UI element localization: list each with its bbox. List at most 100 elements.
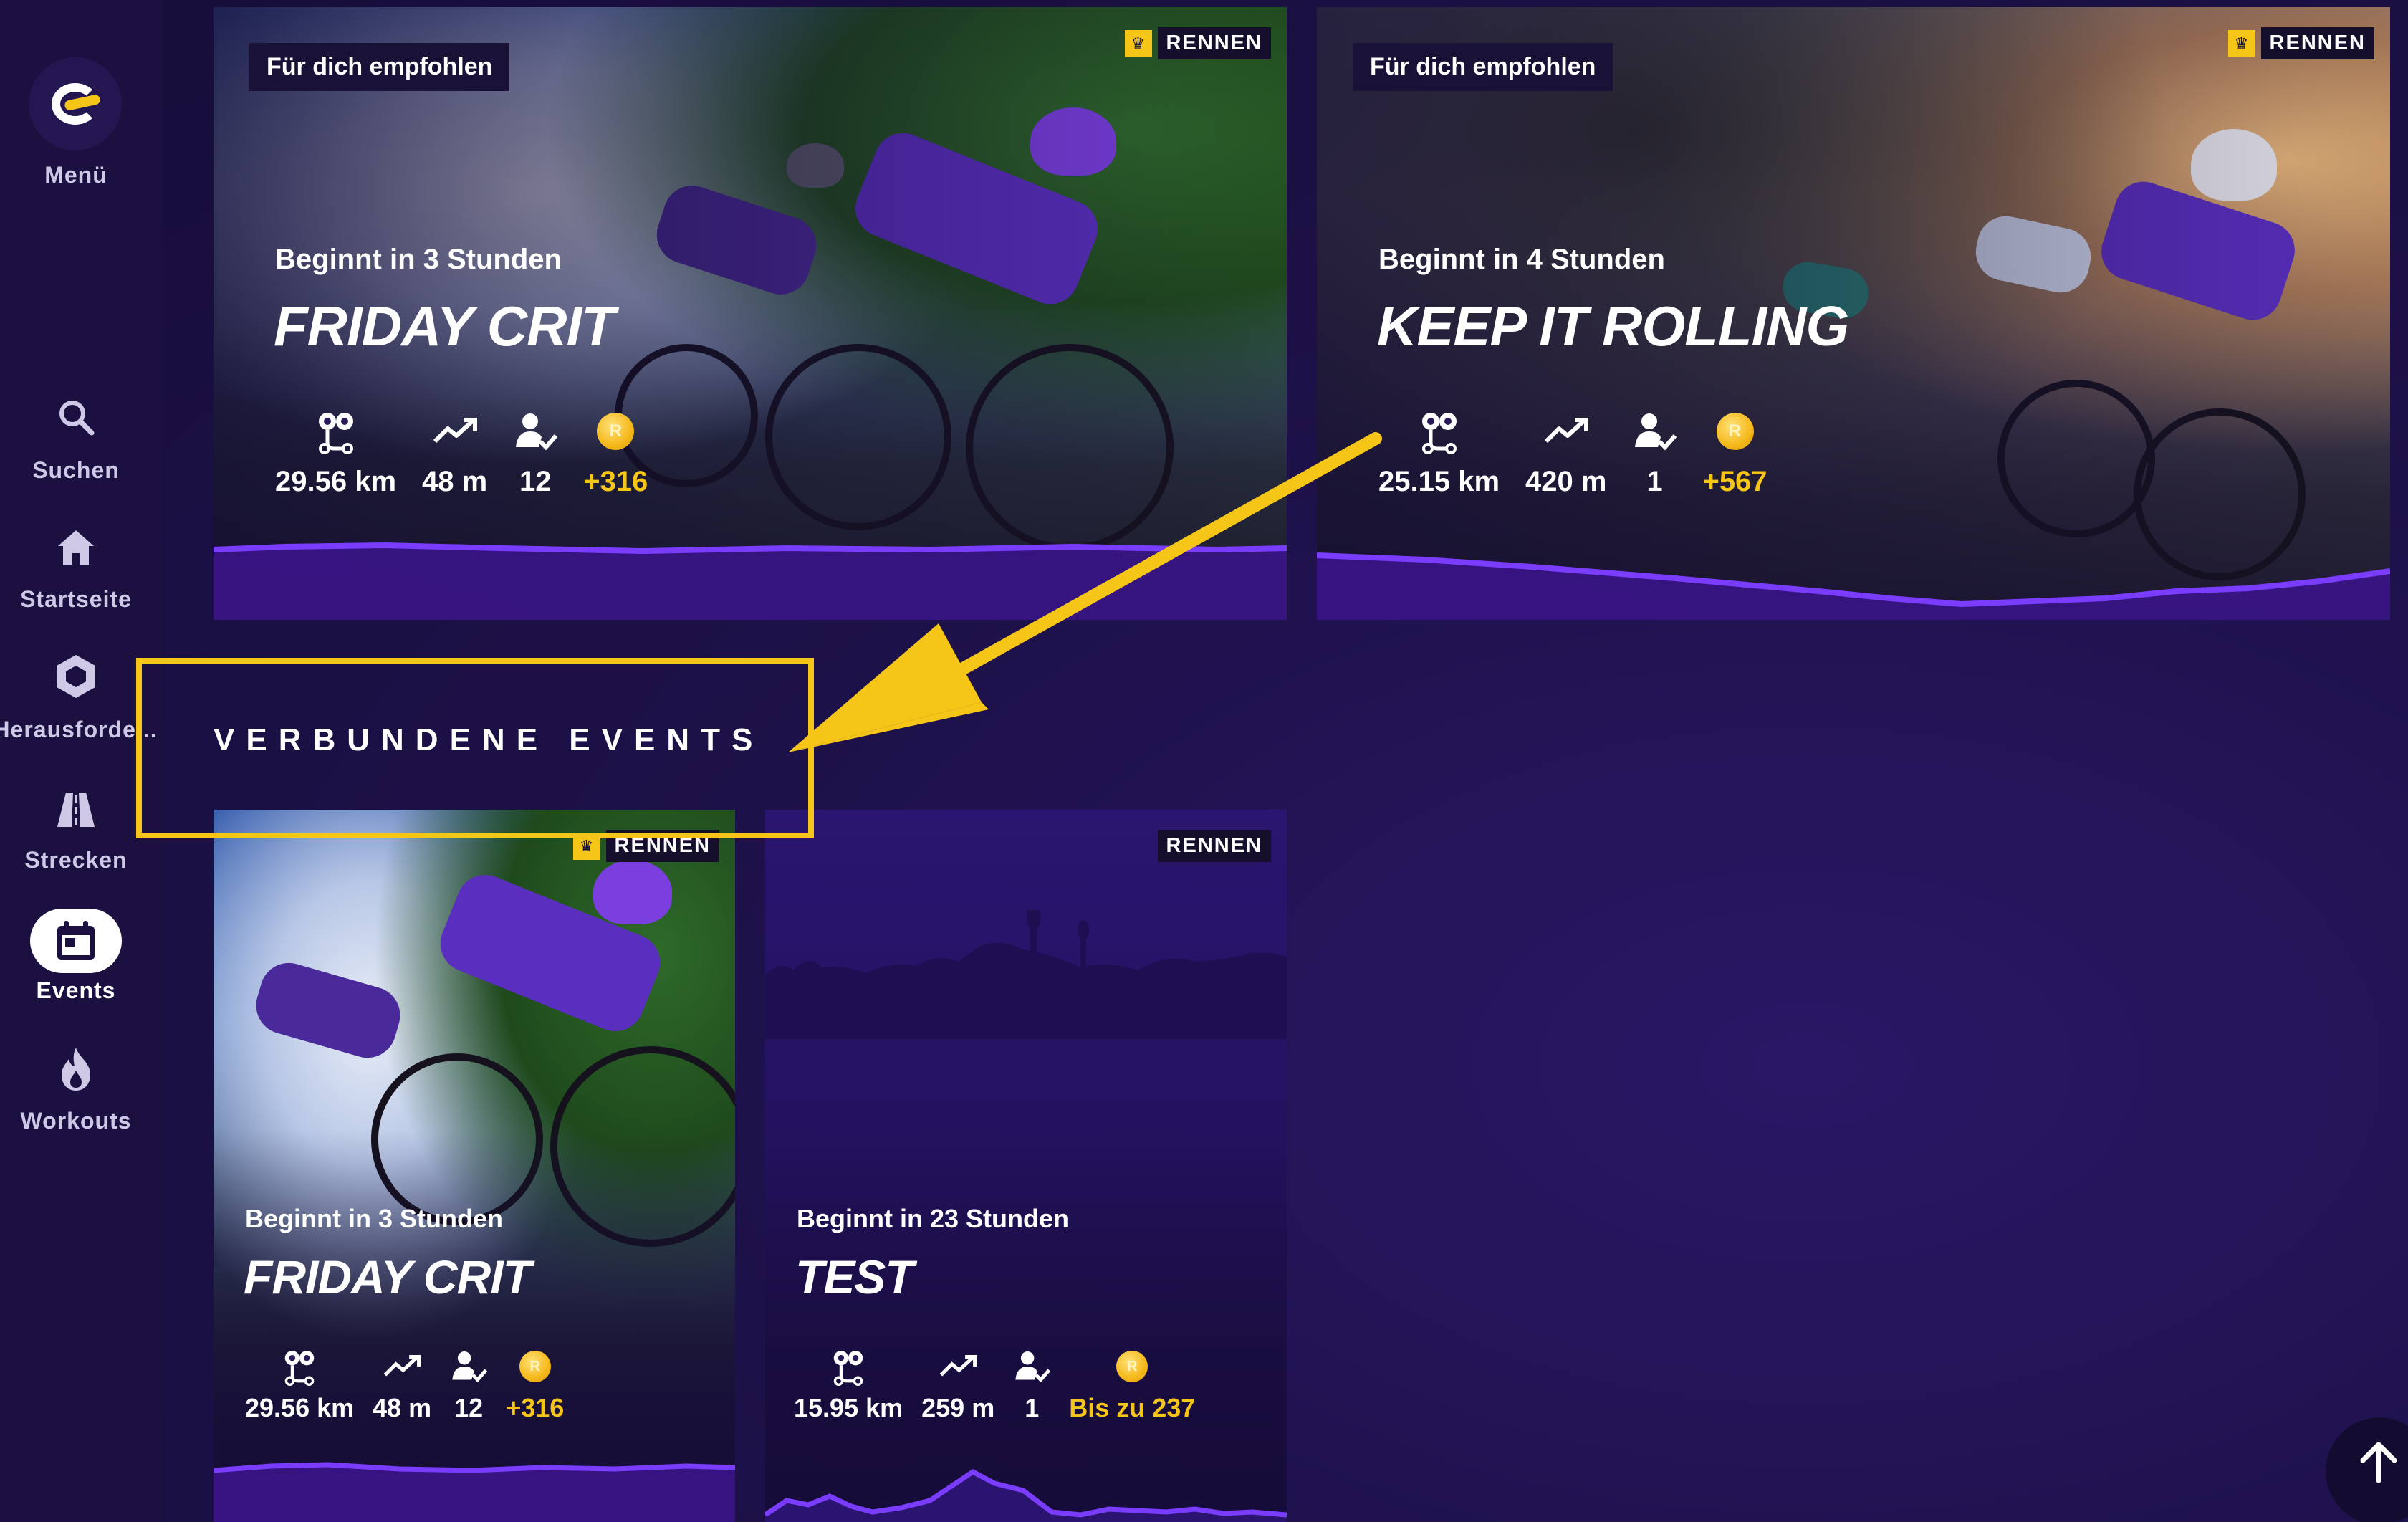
sidebar-item-events-active[interactable] <box>30 909 122 973</box>
stat-elevation: 48 m <box>422 408 487 498</box>
elevation-trend-icon <box>432 408 478 454</box>
annotation-highlight-box <box>136 658 814 838</box>
event-title: TEST <box>795 1250 914 1303</box>
distance-value: 29.56 km <box>275 466 397 497</box>
coin-icon-wrap: R <box>597 408 635 454</box>
challenge-hexagon-icon[interactable] <box>53 654 99 699</box>
participants-value: 1 <box>1025 1393 1040 1422</box>
stat-distance: 29.56 km <box>245 1347 354 1423</box>
menu-logo-button[interactable] <box>29 57 122 150</box>
coins-value: +316 <box>583 466 648 497</box>
race-badge-label: RENNEN <box>1157 830 1271 862</box>
event-stats: 25.15 km 420 m 1 R +567 <box>1378 408 1793 498</box>
participant-check-icon <box>450 1347 488 1386</box>
participant-check-icon <box>1632 408 1677 454</box>
coin-icon-wrap: R <box>1116 1347 1148 1386</box>
stat-participants: 1 <box>1013 1347 1051 1423</box>
sidebar-item-events[interactable]: Events <box>0 977 152 1004</box>
connected-event-card[interactable]: RENNEN Beginnt in 23 Stunden TEST 15.95 … <box>765 810 1287 1522</box>
elevation-profile <box>765 1468 1287 1522</box>
elevation-value: 420 m <box>1525 466 1607 497</box>
participant-check-icon <box>513 408 558 454</box>
distance-value: 15.95 km <box>794 1393 903 1422</box>
elevation-profile <box>214 1462 735 1522</box>
event-title: KEEP IT ROLLING <box>1377 295 1849 358</box>
scroll-to-top-button[interactable] <box>2326 1417 2408 1522</box>
participants-value: 12 <box>454 1393 484 1422</box>
sidebar-item-routes[interactable]: Strecken <box>0 847 152 874</box>
route-pins-icon <box>313 408 359 454</box>
sidebar-item-home[interactable]: Startseite <box>0 586 152 613</box>
elevation-value: 259 m <box>921 1393 995 1422</box>
calendar-icon <box>57 921 95 960</box>
home-icon[interactable] <box>53 525 99 570</box>
event-title: FRIDAY CRIT <box>274 295 615 358</box>
road-icon[interactable] <box>53 787 99 833</box>
event-start-time: Beginnt in 3 Stunden <box>245 1204 503 1233</box>
recommended-chip: Für dich empfohlen <box>249 43 510 91</box>
race-badge: ♛ RENNEN <box>1124 27 1271 59</box>
stat-coins: R +316 <box>583 408 648 498</box>
route-pins-icon <box>1416 408 1462 454</box>
race-badge: RENNEN <box>1157 830 1271 862</box>
recommended-chip: Für dich empfohlen <box>1353 43 1613 91</box>
sidebar-item-workouts[interactable]: Workouts <box>0 1108 152 1134</box>
sidebar-item-search[interactable]: Suchen <box>0 457 152 484</box>
event-title: FRIDAY CRIT <box>244 1250 532 1303</box>
stat-participants: 1 <box>1632 408 1677 498</box>
stat-participants: 12 <box>513 408 558 498</box>
event-stats: 15.95 km 259 m 1 R Bis zu 237 <box>794 1347 1221 1423</box>
race-badge-label: RENNEN <box>2260 27 2374 59</box>
stat-coins: R +316 <box>506 1347 564 1423</box>
event-start-time: Beginnt in 4 Stunden <box>1378 244 1665 275</box>
elevation-trend-icon <box>383 1347 421 1386</box>
coin-icon: R <box>597 413 635 450</box>
participants-value: 1 <box>1646 466 1663 497</box>
crown-icon: ♛ <box>1124 29 1152 57</box>
event-stats: 29.56 km 48 m 12 R +316 <box>245 1347 590 1423</box>
event-stats: 29.56 km 48 m 12 R +316 <box>275 408 673 498</box>
elevation-trend-icon <box>1543 408 1589 454</box>
stat-elevation: 420 m <box>1525 408 1606 498</box>
distance-value: 25.15 km <box>1378 466 1500 497</box>
route-pins-icon <box>829 1347 868 1386</box>
crown-icon: ♛ <box>2227 29 2255 57</box>
featured-event-card[interactable]: Für dich empfohlen ♛ RENNEN Beginnt in 4… <box>1317 7 2390 620</box>
landscape-silhouette <box>765 910 1287 1039</box>
annotation-arrow-icon <box>788 432 1382 752</box>
coin-icon: R <box>1716 413 1754 450</box>
stat-distance: 29.56 km <box>275 408 396 498</box>
stat-participants: 12 <box>450 1347 488 1423</box>
race-badge-label: RENNEN <box>1157 27 1271 59</box>
race-badge: ♛ RENNEN <box>2227 27 2374 59</box>
coin-icon-wrap: R <box>519 1347 551 1386</box>
app-logo-icon <box>52 83 99 125</box>
distance-value: 29.56 km <box>245 1393 355 1422</box>
stat-distance: 25.15 km <box>1378 408 1500 498</box>
participants-value: 12 <box>519 466 552 497</box>
elevation-value: 48 m <box>373 1393 432 1422</box>
connected-event-card[interactable]: ♛ RENNEN Beginnt in 3 Stunden FRIDAY CRI… <box>214 810 735 1522</box>
participant-check-icon <box>1013 1347 1051 1386</box>
stat-elevation: 48 m <box>373 1347 431 1423</box>
coin-icon-wrap: R <box>1716 408 1754 454</box>
rider-helmet <box>593 860 672 924</box>
elevation-trend-icon <box>939 1347 977 1386</box>
coins-value: Bis zu 237 <box>1069 1393 1196 1422</box>
app-root: Menü Suchen Startseite Herausforde... St… <box>0 0 2408 1522</box>
menu-label[interactable]: Menü <box>0 162 152 188</box>
route-pins-icon <box>280 1347 319 1386</box>
flame-icon[interactable] <box>53 1046 99 1092</box>
search-icon[interactable] <box>53 394 99 440</box>
stat-distance: 15.95 km <box>794 1347 903 1423</box>
stat-elevation: 259 m <box>921 1347 994 1423</box>
stat-coins: R +567 <box>1702 408 1767 498</box>
coin-icon: R <box>519 1351 551 1382</box>
coins-value: +316 <box>506 1393 565 1422</box>
event-start-time: Beginnt in 3 Stunden <box>275 244 562 275</box>
stat-coins: R Bis zu 237 <box>1069 1347 1195 1423</box>
elevation-value: 48 m <box>422 466 488 497</box>
event-start-time: Beginnt in 23 Stunden <box>797 1204 1070 1233</box>
elevation-profile <box>1317 552 2390 620</box>
coin-icon: R <box>1116 1351 1148 1382</box>
